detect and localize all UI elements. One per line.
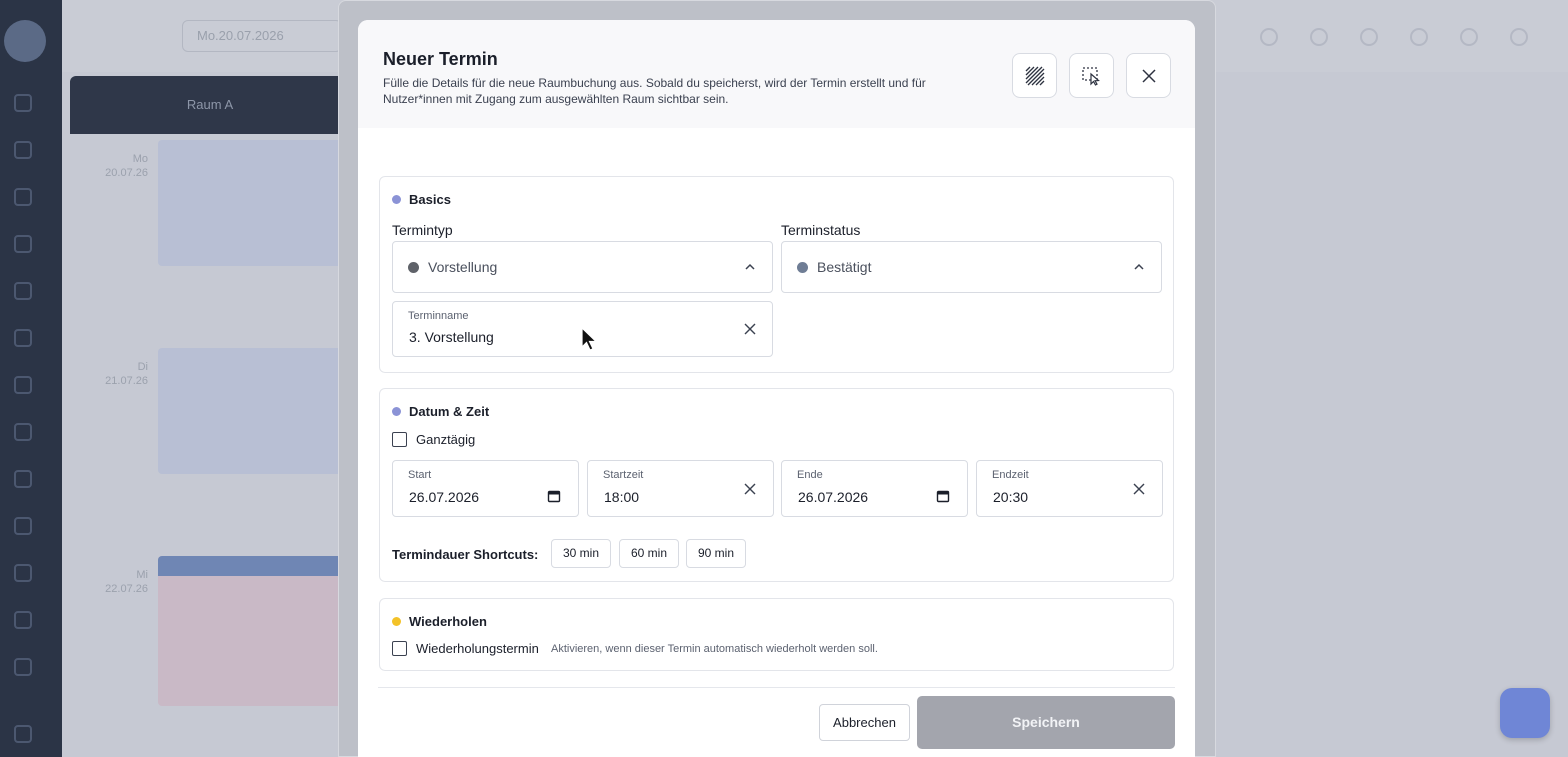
nav-icon[interactable] <box>14 235 32 253</box>
calendar-event[interactable] <box>158 348 348 474</box>
day-label: Di 21.07.26 <box>105 361 148 387</box>
date-picker[interactable]: Mo.20.07.2026 <box>182 20 342 52</box>
close-icon <box>1141 68 1156 83</box>
terminstatus-select[interactable]: Bestätigt <box>781 241 1162 293</box>
nav-icon[interactable] <box>14 658 32 676</box>
wiederholungstermin-checkbox[interactable] <box>392 641 407 656</box>
dialog-description: Fülle die Details für die neue Raumbuchu… <box>383 76 926 106</box>
calendar-icon[interactable] <box>547 489 561 503</box>
nav-icon[interactable] <box>14 517 32 535</box>
mouse-cursor-icon <box>581 327 598 351</box>
nav-icon[interactable] <box>14 611 32 629</box>
ganztaegig-label: Ganztägig <box>416 432 476 447</box>
new-appointment-dialog: Neuer Termin Fülle die Details für die n… <box>358 20 1195 757</box>
nav-icon[interactable] <box>14 141 32 159</box>
toolbar-icon[interactable] <box>1310 28 1328 46</box>
wiederholen-hint: Aktivieren, wenn dieser Termin automatis… <box>551 643 878 655</box>
calendar-event[interactable] <box>158 556 348 706</box>
day-label: Mo 20.07.26 <box>105 153 148 179</box>
section-title: Datum & Zeit <box>409 404 490 419</box>
clear-icon[interactable] <box>743 482 757 496</box>
day-label: Mi 22.07.26 <box>105 569 148 595</box>
datum-zeit-section: Datum & Zeit Ganztägig Start 26.07.2026 … <box>379 388 1174 582</box>
chevron-up-icon <box>745 263 755 270</box>
section-dot <box>392 195 401 204</box>
assistant-button[interactable] <box>1500 688 1550 738</box>
nav-icon[interactable] <box>14 423 32 441</box>
toolbar-icon[interactable] <box>1360 28 1378 46</box>
nav-icon[interactable] <box>14 564 32 582</box>
nav-icon[interactable] <box>14 725 32 743</box>
toolbar-icon[interactable] <box>1260 28 1278 46</box>
termintyp-select[interactable]: Vorstellung <box>392 241 773 293</box>
basics-section: Basics Termintyp Terminstatus Vorstellun… <box>379 176 1174 373</box>
startzeit-label: Startzeit <box>603 469 644 481</box>
wiederholen-section: Wiederholen Wiederholungstermin Aktivier… <box>379 598 1174 671</box>
wiederholungstermin-label: Wiederholungstermin <box>416 641 539 656</box>
termintyp-label: Termintyp <box>392 222 453 238</box>
pattern-button[interactable] <box>1012 53 1057 98</box>
footer-divider <box>378 687 1175 688</box>
dialog-title: Neuer Termin <box>383 49 498 69</box>
cancel-button[interactable]: Abbrechen <box>819 704 910 741</box>
notification-icon[interactable] <box>1410 28 1428 46</box>
clear-icon[interactable] <box>1132 482 1146 496</box>
section-dot <box>392 407 401 416</box>
shortcut-60-button[interactable]: 60 min <box>619 539 679 568</box>
section-title: Basics <box>409 192 451 207</box>
nav-icon[interactable] <box>14 282 32 300</box>
section-dot <box>392 617 401 626</box>
status-color-dot <box>797 262 808 273</box>
type-color-dot <box>408 262 419 273</box>
terminname-label: Terminname <box>408 310 469 322</box>
calendar-icon[interactable] <box>936 489 950 503</box>
close-button[interactable] <box>1126 53 1171 98</box>
start-date-input[interactable]: Start 26.07.2026 <box>392 460 579 517</box>
app-logo-icon <box>4 20 46 62</box>
terminname-value: 3. Vorstellung <box>409 329 494 345</box>
start-value: 26.07.2026 <box>409 489 480 505</box>
section-title: Wiederholen <box>409 614 487 629</box>
startzeit-value: 18:00 <box>604 489 640 505</box>
startzeit-input[interactable]: Startzeit 18:00 <box>587 460 774 517</box>
duration-shortcuts-label: Termindauer Shortcuts: <box>392 547 539 562</box>
nav-icon[interactable] <box>14 94 32 112</box>
terminstatus-label: Terminstatus <box>781 222 861 238</box>
start-label: Start <box>408 469 432 481</box>
ende-label: Ende <box>797 469 823 481</box>
shortcut-90-button[interactable]: 90 min <box>686 539 746 568</box>
nav-icon[interactable] <box>14 329 32 347</box>
app-sidebar <box>0 0 62 757</box>
endzeit-value: 20:30 <box>993 489 1029 505</box>
clear-icon[interactable] <box>743 322 757 336</box>
termintyp-value: Vorstellung <box>428 259 498 275</box>
room-column-header: Raum A <box>70 76 350 134</box>
toolbar-icon[interactable] <box>1460 28 1478 46</box>
save-button[interactable]: Speichern <box>917 696 1175 749</box>
shortcut-30-button[interactable]: 30 min <box>551 539 611 568</box>
nav-icon[interactable] <box>14 376 32 394</box>
calendar-event[interactable] <box>158 140 348 266</box>
toolbar-icon[interactable] <box>1510 28 1528 46</box>
nav-icon[interactable] <box>14 188 32 206</box>
chevron-up-icon <box>1134 263 1144 270</box>
terminstatus-value: Bestätigt <box>817 259 872 275</box>
ganztaegig-checkbox[interactable] <box>392 432 407 447</box>
dialog-header: Neuer Termin Fülle die Details für die n… <box>358 20 1195 128</box>
hatch-pattern-icon <box>1025 66 1044 85</box>
endzeit-input[interactable]: Endzeit 20:30 <box>976 460 1163 517</box>
event-header <box>158 556 348 576</box>
end-date-input[interactable]: Ende 26.07.2026 <box>781 460 968 517</box>
endzeit-label: Endzeit <box>992 469 1029 481</box>
select-cursor-icon <box>1081 66 1100 86</box>
select-area-button[interactable] <box>1069 53 1114 98</box>
ende-value: 26.07.2026 <box>798 489 869 505</box>
nav-icon[interactable] <box>14 470 32 488</box>
